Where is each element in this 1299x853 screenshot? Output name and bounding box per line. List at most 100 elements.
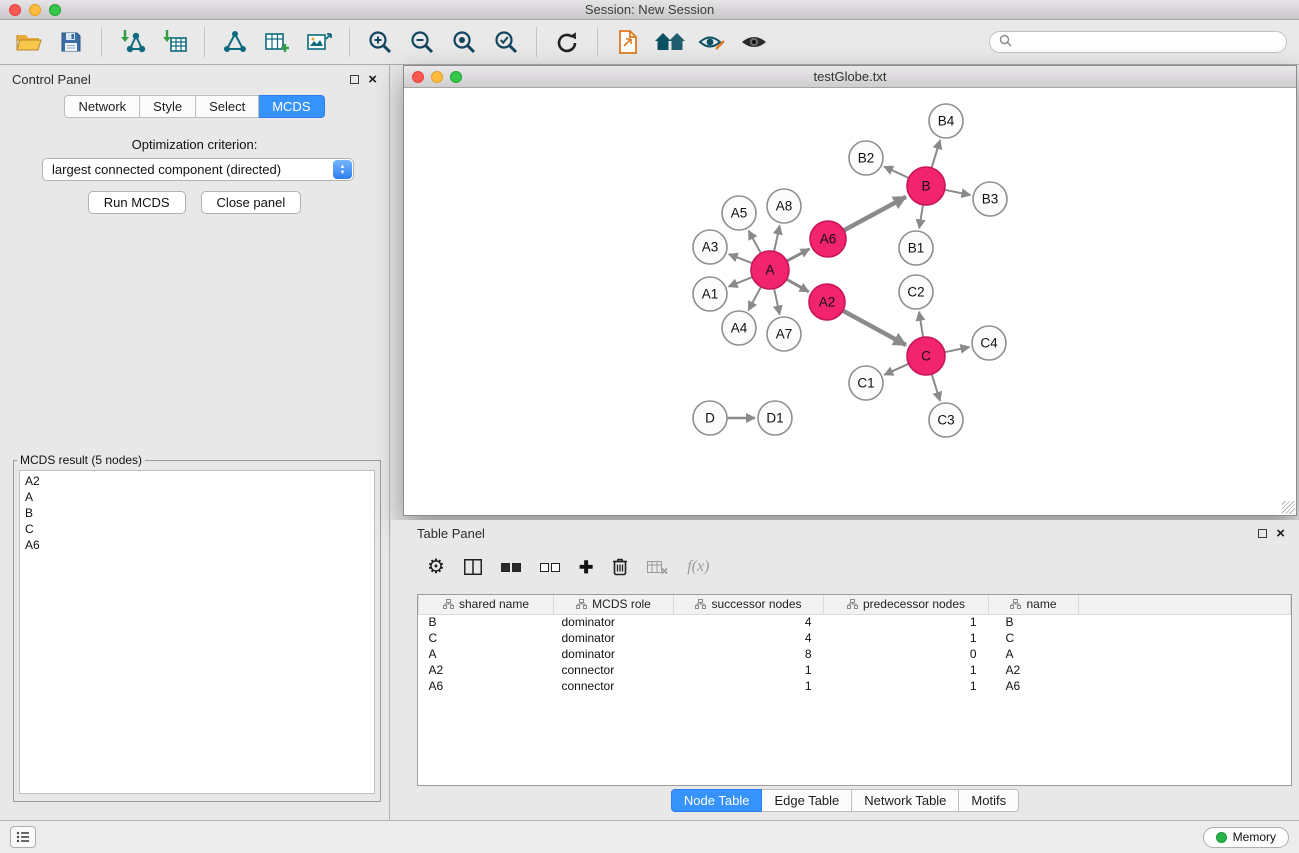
- close-table-panel-icon[interactable]: ×: [1276, 526, 1285, 541]
- table-cell[interactable]: 4: [674, 614, 824, 630]
- result-item-a[interactable]: A: [25, 489, 369, 505]
- node-A1[interactable]: A1: [693, 277, 727, 311]
- deselect-all-icon[interactable]: [540, 563, 560, 572]
- table-cell[interactable]: 8: [674, 646, 824, 662]
- tab-motifs[interactable]: Motifs: [959, 789, 1019, 812]
- table-cell[interactable]: 0: [824, 646, 989, 662]
- node-C2[interactable]: C2: [899, 275, 933, 309]
- result-item-a2[interactable]: A2: [25, 473, 369, 489]
- table-cell[interactable]: 1: [674, 678, 824, 694]
- search-input[interactable]: [1018, 35, 1277, 49]
- table-cell[interactable]: dominator: [554, 646, 674, 662]
- reset-home-icon[interactable]: [653, 25, 687, 59]
- node-A2[interactable]: A2: [809, 284, 845, 320]
- node-D[interactable]: D: [693, 401, 727, 435]
- zoom-selected-icon[interactable]: [489, 25, 523, 59]
- mcds-result-list[interactable]: A2ABCA6: [19, 470, 375, 794]
- tab-style[interactable]: Style: [140, 95, 196, 118]
- open-layout-document-icon[interactable]: [611, 25, 645, 59]
- edge-A6-B[interactable]: [844, 197, 906, 231]
- table-row-a[interactable]: Adominator80A: [419, 646, 1291, 662]
- edge-A2-C[interactable]: [843, 311, 906, 345]
- edge-A-A8[interactable]: [774, 226, 780, 252]
- edge-A-A7[interactable]: [774, 289, 780, 315]
- new-network-icon[interactable]: [218, 25, 252, 59]
- table-cell[interactable]: 1: [824, 614, 989, 630]
- table-settings-gear-icon[interactable]: ⚙: [427, 557, 445, 577]
- minimize-window-button[interactable]: [29, 4, 41, 16]
- tab-mcds[interactable]: MCDS: [259, 95, 324, 118]
- resize-handle[interactable]: [1282, 501, 1295, 514]
- edge-B-B2[interactable]: [884, 167, 909, 179]
- run-mcds-button[interactable]: Run MCDS: [88, 191, 186, 214]
- edge-B-B1[interactable]: [919, 205, 923, 229]
- delete-table-icon[interactable]: [647, 559, 668, 575]
- edge-A-A3[interactable]: [729, 254, 753, 263]
- node-C[interactable]: C: [907, 337, 945, 375]
- tab-network[interactable]: Network: [64, 95, 140, 118]
- table-cell[interactable]: dominator: [554, 630, 674, 646]
- table-cell[interactable]: dominator: [554, 614, 674, 630]
- node-A4[interactable]: A4: [722, 311, 756, 345]
- table-row-a6[interactable]: A6connector11A6: [419, 678, 1291, 694]
- node-A8[interactable]: A8: [767, 189, 801, 223]
- refresh-icon[interactable]: [550, 25, 584, 59]
- node-C4[interactable]: C4: [972, 326, 1006, 360]
- table-cell[interactable]: B: [989, 614, 1079, 630]
- node-B2[interactable]: B2: [849, 141, 883, 175]
- new-table-icon[interactable]: [260, 25, 294, 59]
- column-header-successor-nodes[interactable]: successor nodes: [674, 595, 824, 614]
- tab-select[interactable]: Select: [196, 95, 259, 118]
- criterion-dropdown[interactable]: largest connected component (directed) ▲…: [42, 158, 354, 181]
- edge-A-A6[interactable]: [787, 249, 810, 261]
- column-header-shared-name[interactable]: shared name: [419, 595, 554, 614]
- zoom-fit-icon[interactable]: [447, 25, 481, 59]
- float-table-panel-button[interactable]: [1258, 529, 1267, 538]
- edge-B-B3[interactable]: [945, 190, 971, 195]
- edge-A-A5[interactable]: [749, 231, 761, 254]
- edge-B-B4[interactable]: [932, 140, 941, 168]
- import-network-icon[interactable]: [115, 25, 149, 59]
- table-row-c[interactable]: Cdominator41C: [419, 630, 1291, 646]
- zoom-out-icon[interactable]: [405, 25, 439, 59]
- table-cell[interactable]: C: [989, 630, 1079, 646]
- edge-C-C4[interactable]: [945, 347, 970, 352]
- node-table-container[interactable]: shared nameMCDS rolesuccessor nodesprede…: [417, 594, 1292, 786]
- node-B1[interactable]: B1: [899, 231, 933, 265]
- node-A3[interactable]: A3: [693, 230, 727, 264]
- edge-A-A1[interactable]: [729, 277, 753, 287]
- table-cell[interactable]: 1: [824, 678, 989, 694]
- node-A[interactable]: A: [751, 251, 789, 289]
- table-cell[interactable]: A: [419, 646, 554, 662]
- save-session-icon[interactable]: [54, 25, 88, 59]
- table-cell[interactable]: 1: [824, 662, 989, 678]
- function-builder-icon[interactable]: f(x): [687, 558, 709, 576]
- table-cell[interactable]: connector: [554, 678, 674, 694]
- select-all-icon[interactable]: [501, 563, 521, 572]
- network-zoom-button[interactable]: [450, 71, 462, 83]
- node-C1[interactable]: C1: [849, 366, 883, 400]
- tab-node-table[interactable]: Node Table: [671, 789, 763, 812]
- column-header-predecessor-nodes[interactable]: predecessor nodes: [824, 595, 989, 614]
- result-item-b[interactable]: B: [25, 505, 369, 521]
- zoom-in-icon[interactable]: [363, 25, 397, 59]
- eye-icon[interactable]: [737, 25, 771, 59]
- node-B3[interactable]: B3: [973, 182, 1007, 216]
- edge-C-C1[interactable]: [884, 364, 909, 375]
- table-cell[interactable]: C: [419, 630, 554, 646]
- node-A6[interactable]: A6: [810, 221, 846, 257]
- table-row-a2[interactable]: A2connector11A2: [419, 662, 1291, 678]
- column-header-name[interactable]: name: [989, 595, 1079, 614]
- network-graph[interactable]: B4B2BB3A5A8A6B1A3AC2A1A2A4A7C4CC1C3DD1: [404, 88, 1296, 515]
- status-list-button[interactable]: [10, 826, 36, 848]
- table-row-b[interactable]: Bdominator41B: [419, 614, 1291, 630]
- tab-edge-table[interactable]: Edge Table: [762, 789, 852, 812]
- node-B[interactable]: B: [907, 167, 945, 205]
- table-cell[interactable]: 1: [824, 630, 989, 646]
- table-cell[interactable]: B: [419, 614, 554, 630]
- add-column-icon[interactable]: ✚: [579, 559, 593, 576]
- table-cell[interactable]: A6: [419, 678, 554, 694]
- network-minimize-button[interactable]: [431, 71, 443, 83]
- delete-column-trash-icon[interactable]: [612, 557, 628, 577]
- zoom-window-button[interactable]: [49, 4, 61, 16]
